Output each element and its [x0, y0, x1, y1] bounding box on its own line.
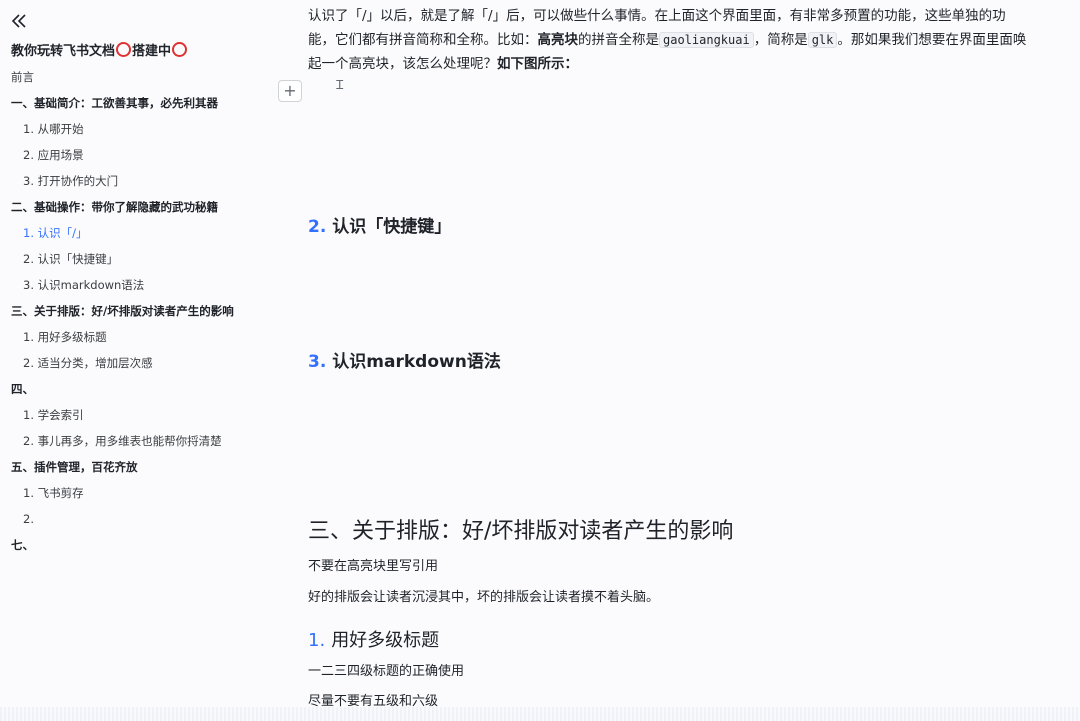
sidebar: 教你玩转飞书文档 搭建中 前言 一、基础简介：工欲善其事，必先利其器 1. 从哪开始 2… — [0, 0, 270, 721]
heading-number: 2. — [308, 217, 327, 237]
heading-number: 1. — [308, 630, 326, 651]
toc-item[interactable]: 三、关于排版：好/坏排版对读者产生的影响 — [0, 298, 270, 324]
intro-paragraph[interactable]: 认识了「/」以后，就是了解「/」后，可以做些什么事情。在上面这个界面里面，有非常… — [308, 4, 1028, 76]
add-block-button[interactable]: + — [278, 80, 302, 102]
intro-bold-text: 如下图所示： — [497, 56, 578, 72]
toc-item[interactable]: 2. 适当分类，增加层次感 — [0, 350, 270, 376]
heading-number: 3. — [308, 352, 327, 372]
heading-text: 用好多级标题 — [331, 630, 440, 651]
text-line[interactable]: 好的排版会让读者沉浸其中，坏的排版会让读者摸不着头脑。 — [308, 586, 659, 605]
toc-item[interactable]: 2. 应用场景 — [0, 142, 270, 168]
toc-item[interactable]: 1. 从哪开始 — [0, 116, 270, 142]
bottom-edge — [0, 707, 1080, 721]
heading-markdown[interactable]: 3. 认识markdown语法 — [308, 347, 501, 372]
document-body: 认识了「/」以后，就是了解「/」后，可以做些什么事情。在上面这个界面里面，有非常… — [270, 0, 1080, 721]
toc-item[interactable]: 2. 事儿再多，用多维表也能帮你捋清楚 — [0, 428, 270, 454]
toc-item[interactable]: 四、 — [0, 376, 270, 402]
inline-code: glk — [807, 32, 838, 48]
table-of-contents: 前言 一、基础简介：工欲善其事，必先利其器 1. 从哪开始 2. 应用场景 3. 打开协… — [0, 64, 270, 558]
text-line[interactable]: 一二三四级标题的正确使用 — [308, 660, 464, 679]
double-chevron-left-icon[interactable] — [10, 12, 28, 30]
text-line[interactable]: 不要在高亮块里写引用 — [308, 555, 438, 574]
toc-item[interactable]: 一、基础简介：工欲善其事，必先利其器 — [0, 90, 270, 116]
toc-item[interactable]: 2. — [0, 506, 270, 532]
toc-item[interactable]: 1. 用好多级标题 — [0, 324, 270, 350]
toc-item[interactable]: 2. 认识「快捷键」 — [0, 246, 270, 272]
toc-item[interactable]: 1. 学会索引 — [0, 402, 270, 428]
intro-text: 的拼音全称是 — [578, 32, 659, 48]
toc-item[interactable]: 二、基础操作：带你了解隐藏的武功秘籍 — [0, 194, 270, 220]
toc-item[interactable]: 七、 — [0, 532, 270, 558]
inline-code: gaoliangkuai — [659, 32, 754, 48]
heading-text: 认识「快捷键」 — [332, 217, 452, 237]
heading-layout[interactable]: 三、关于排版：好/坏排版对读者产生的影响 — [308, 513, 733, 545]
red-circle-emoji-icon — [172, 42, 188, 57]
heading-multilevel-titles[interactable]: 1. 用好多级标题 — [308, 626, 439, 652]
toc-item[interactable]: 1. 认识「/」 — [0, 220, 270, 246]
toc-item[interactable]: 3. 认识markdown语法 — [0, 272, 270, 298]
heading-text: 认识markdown语法 — [332, 352, 501, 372]
intro-text: ，简称是 — [753, 32, 808, 48]
highlight-block-term: 高亮块 — [537, 32, 579, 48]
heading-shortcut[interactable]: 2. 认识「快捷键」 — [308, 212, 451, 237]
toc-item[interactable]: 前言 — [0, 64, 270, 90]
toc-item[interactable]: 3. 打开协作的大门 — [0, 168, 270, 194]
document-title-text: 教你玩转飞书文档 — [11, 44, 116, 59]
red-circle-emoji-icon — [116, 42, 132, 57]
document-title-status: 搭建中 — [132, 44, 172, 59]
document-title[interactable]: 教你玩转飞书文档 搭建中 — [11, 40, 266, 59]
text-cursor-icon: Ꮖ — [336, 78, 344, 92]
toc-item[interactable]: 五、插件管理，百花齐放 — [0, 454, 270, 480]
toc-item[interactable]: 1. 飞书剪存 — [0, 480, 270, 506]
